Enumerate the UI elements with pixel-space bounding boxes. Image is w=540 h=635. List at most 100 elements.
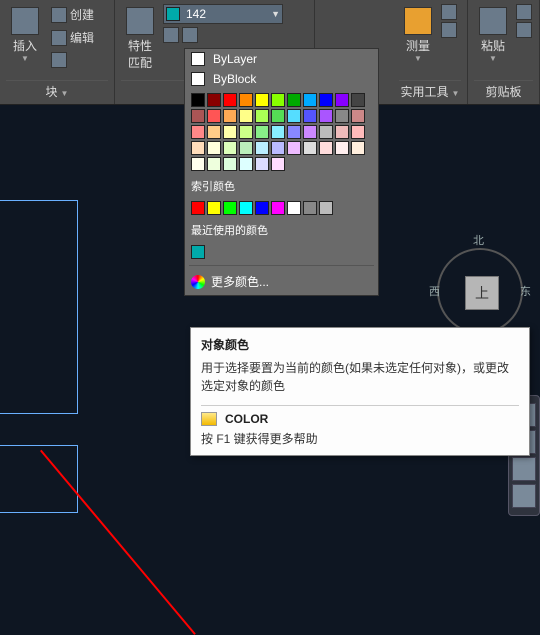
linetype-icon[interactable] (182, 27, 198, 43)
byblock-swatch (191, 72, 205, 86)
color-swatch[interactable] (239, 93, 253, 107)
copy-icon[interactable] (516, 22, 532, 38)
more-colors-button[interactable]: 更多颜色... (185, 268, 378, 295)
color-swatch[interactable] (271, 93, 285, 107)
color-swatch[interactable] (223, 93, 237, 107)
color-swatch[interactable] (191, 201, 205, 215)
panel-block: 插入 ▼ 创建 编辑 块▼ (0, 0, 115, 104)
color-swatch[interactable] (271, 109, 285, 123)
panel-utility-label[interactable]: 实用工具▼ (399, 80, 461, 102)
attr-icon (51, 52, 67, 68)
color-swatch[interactable] (255, 141, 269, 155)
panel-block-label[interactable]: 块▼ (6, 80, 108, 102)
color-swatch[interactable] (255, 109, 269, 123)
color-swatch[interactable] (319, 201, 333, 215)
color-swatch[interactable] (191, 109, 205, 123)
color-swatch[interactable] (335, 125, 349, 139)
color-swatch[interactable] (207, 141, 221, 155)
lineweight-icon[interactable] (163, 27, 179, 43)
tooltip-command: COLOR (201, 412, 519, 426)
insert-button[interactable]: 插入 ▼ (6, 4, 44, 78)
edit-block-button[interactable]: 编辑 (48, 27, 97, 48)
color-swatch[interactable] (207, 125, 221, 139)
color-swatch[interactable] (335, 141, 349, 155)
recent-colors (185, 241, 378, 263)
measure-icon (404, 7, 432, 35)
color-swatch[interactable] (351, 141, 365, 155)
color-swatch[interactable] (287, 109, 301, 123)
color-swatch[interactable] (255, 125, 269, 139)
color-swatch[interactable] (223, 157, 237, 171)
color-swatch[interactable] (239, 157, 253, 171)
color-bylayer[interactable]: ByLayer (185, 49, 378, 69)
measure-button[interactable]: 测量 ▼ (399, 4, 437, 78)
color-dropdown[interactable]: 142 ▼ (163, 4, 283, 24)
paste-button[interactable]: 粘贴 ▼ (474, 4, 512, 78)
tooltip-body: 用于选择要置为当前的颜色(如果未选定任何对象)，或更改选定对象的颜色 (201, 359, 519, 395)
edit-icon (51, 30, 67, 46)
nav-zoom-button[interactable] (512, 457, 536, 481)
edit-attr-button[interactable] (48, 50, 97, 70)
color-swatch[interactable] (319, 93, 333, 107)
nav-orbit-button[interactable] (512, 484, 536, 508)
selection-box (0, 200, 78, 414)
viewcube-ring[interactable]: 上 (437, 248, 523, 334)
match-props-button[interactable]: 特性 匹配 (121, 4, 159, 78)
color-swatch[interactable] (191, 157, 205, 171)
cut-icon[interactable] (516, 4, 532, 20)
viewcube-face-top[interactable]: 上 (465, 276, 499, 310)
current-color-swatch (166, 7, 180, 21)
select-icon[interactable] (441, 22, 457, 38)
color-swatch[interactable] (223, 109, 237, 123)
color-swatch[interactable] (207, 201, 221, 215)
color-swatch[interactable] (207, 109, 221, 123)
command-icon (201, 412, 217, 426)
color-swatch[interactable] (223, 125, 237, 139)
color-swatch[interactable] (319, 125, 333, 139)
color-swatch[interactable] (271, 141, 285, 155)
color-swatch[interactable] (303, 109, 317, 123)
color-swatch[interactable] (351, 125, 365, 139)
color-swatch[interactable] (287, 141, 301, 155)
color-swatch[interactable] (191, 93, 205, 107)
insert-icon (11, 7, 39, 35)
color-swatch[interactable] (239, 109, 253, 123)
color-byblock[interactable]: ByBlock (185, 69, 378, 89)
color-swatch[interactable] (319, 141, 333, 155)
color-swatch[interactable] (335, 93, 349, 107)
color-swatch[interactable] (255, 93, 269, 107)
color-swatch[interactable] (191, 125, 205, 139)
color-swatch[interactable] (207, 157, 221, 171)
color-swatch[interactable] (191, 141, 205, 155)
color-swatch[interactable] (255, 157, 269, 171)
color-swatch[interactable] (239, 141, 253, 155)
color-swatch[interactable] (223, 141, 237, 155)
color-swatch[interactable] (287, 93, 301, 107)
color-swatch[interactable] (303, 93, 317, 107)
index-colors-label: 索引颜色 (185, 175, 378, 197)
color-swatch[interactable] (351, 109, 365, 123)
color-swatch[interactable] (287, 125, 301, 139)
color-swatch[interactable] (255, 201, 269, 215)
color-swatch[interactable] (239, 201, 253, 215)
panel-clip-label[interactable]: 剪贴板 (474, 80, 533, 102)
color-swatch[interactable] (271, 157, 285, 171)
color-swatch[interactable] (271, 201, 285, 215)
color-swatch[interactable] (287, 201, 301, 215)
color-swatch[interactable] (303, 125, 317, 139)
color-swatch[interactable] (191, 245, 205, 259)
create-block-button[interactable]: 创建 (48, 4, 97, 25)
annotation-line (40, 450, 196, 635)
color-swatch[interactable] (239, 125, 253, 139)
calc-icon[interactable] (441, 4, 457, 20)
color-swatch[interactable] (335, 109, 349, 123)
color-swatch[interactable] (271, 125, 285, 139)
color-wheel-icon (191, 275, 205, 289)
color-swatch[interactable] (319, 109, 333, 123)
color-swatch[interactable] (207, 93, 221, 107)
color-swatch[interactable] (223, 201, 237, 215)
color-swatch[interactable] (303, 201, 317, 215)
color-swatch[interactable] (351, 93, 365, 107)
current-color-value: 142 (186, 7, 271, 21)
color-swatch[interactable] (303, 141, 317, 155)
